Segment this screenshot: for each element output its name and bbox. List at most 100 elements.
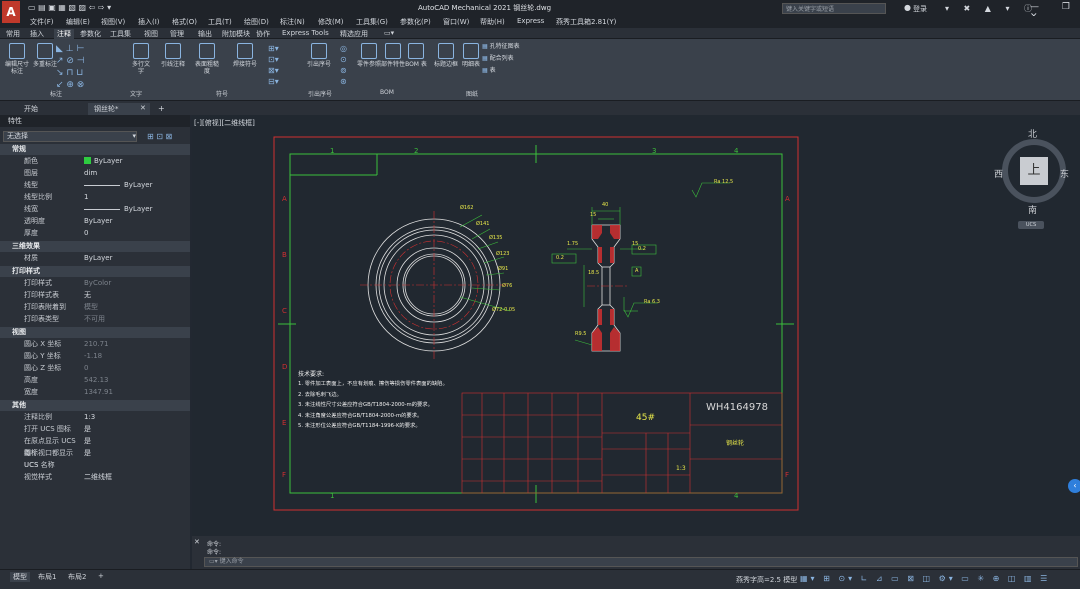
ribbon-tab-0[interactable]: 常用 (6, 29, 20, 39)
property-value[interactable]: 不可用 (84, 313, 105, 325)
menu-item-4[interactable]: 格式(O) (172, 17, 197, 27)
ribbon-button-6[interactable]: 引出序号 (306, 43, 332, 68)
ribbon-group-2[interactable]: 符号 (216, 89, 228, 98)
ucs-button[interactable]: UCS (1018, 221, 1044, 229)
property-row[interactable]: 视觉样式 二维线框 (0, 471, 190, 483)
status-toggle-icons[interactable]: ▦▾ ⊞ ⊙▾ ∟ ⊿ ▭ ⊠ ◫ ⚙▾ ▭ ✳ ⊕ ◫ ▥ ☰ (800, 574, 1050, 583)
ribbon-group-4[interactable]: BOM (380, 89, 394, 96)
property-section-header[interactable]: 打印样式 (0, 266, 190, 277)
property-section-header[interactable]: 视图 (0, 327, 190, 338)
property-row[interactable]: 每个视口都显示 UCS 是 (0, 447, 190, 469)
ribbon-button-7[interactable]: 零件参照 (356, 43, 382, 68)
autocad-logo[interactable]: A (2, 1, 20, 23)
ribbon-tab-3[interactable]: 参数化 (80, 29, 101, 39)
help-icons[interactable]: ▾ ✖ ▲ ▾ ⓘ (945, 3, 1038, 14)
ribbon-button-13[interactable]: ▦ 配合列表 (482, 53, 514, 62)
property-row[interactable]: 图层 dim (0, 167, 190, 179)
property-row[interactable]: 透明度 ByLayer (0, 215, 190, 227)
ribbon-tab-6[interactable]: 管理 (170, 29, 184, 39)
viewcube-top-face[interactable]: 上 (1020, 157, 1048, 185)
menu-item-7[interactable]: 标注(N) (280, 17, 305, 27)
property-value[interactable]: 1347.91 (84, 386, 113, 398)
menu-item-3[interactable]: 插入(I) (138, 17, 160, 27)
property-row[interactable]: 在原点显示 UCS 图标是 (0, 435, 190, 457)
ribbon-tab-5[interactable]: 视图 (144, 29, 158, 39)
doc-tab-0[interactable]: 开始 (18, 103, 44, 115)
menu-item-5[interactable]: 工具(T) (208, 17, 232, 27)
compass-north[interactable]: 北 (1028, 127, 1037, 140)
property-row[interactable]: 圆心 Y 坐标 -1.18 (0, 350, 190, 362)
ribbon-button-3[interactable]: 引线注释 (160, 43, 186, 68)
property-row[interactable]: 高度 542.13 (0, 374, 190, 386)
menu-item-14[interactable]: 燕秀工具箱2.81(Y) (556, 17, 616, 27)
ribbon-tab-11[interactable]: 精选应用 (340, 29, 368, 39)
property-row[interactable]: 圆心 Z 坐标 0 (0, 362, 190, 374)
property-section-header[interactable]: 其他 (0, 400, 190, 411)
add-layout-button[interactable]: + (98, 572, 104, 580)
menu-item-2[interactable]: 视图(V) (101, 17, 125, 27)
ribbon-group-3[interactable]: 引出序号 (308, 89, 332, 98)
ribbon-tab-10[interactable]: Express Tools (282, 29, 329, 37)
ribbon-tab-8[interactable]: 附加模块 (222, 29, 250, 39)
new-tab-button[interactable]: + (158, 104, 165, 113)
quick-select-icon[interactable]: ⊞ ⊡ ⊠ (147, 132, 172, 141)
leader-tools-icons[interactable]: ⊞▾ ⊡▾ ⊠▾ ⊟▾ (268, 43, 279, 87)
property-row[interactable]: 打开 UCS 图标 是 (0, 423, 190, 435)
property-value[interactable]: 是 (84, 447, 91, 459)
compass-east[interactable]: 东 (1060, 167, 1069, 180)
property-value[interactable]: ByLayer (94, 155, 122, 167)
ribbon-button-11[interactable]: 明细表 (458, 43, 484, 68)
menu-item-13[interactable]: Express (517, 17, 544, 25)
user-icon[interactable]: ● (904, 3, 911, 12)
property-value[interactable]: 是 (84, 423, 91, 435)
tab-layout1[interactable]: 布局1 (38, 572, 56, 582)
menu-item-9[interactable]: 工具集(G) (356, 17, 388, 27)
menu-item-1[interactable]: 编辑(E) (66, 17, 90, 27)
property-row[interactable]: 打印样式 ByColor (0, 277, 190, 289)
property-value[interactable]: 1 (84, 191, 88, 203)
property-row[interactable]: 线宽 ByLayer (0, 203, 190, 215)
property-row[interactable]: 注释比例 1:3 (0, 411, 190, 423)
ribbon-tab-7[interactable]: 输出 (198, 29, 212, 39)
property-value[interactable]: 模型 (84, 301, 98, 313)
menu-item-10[interactable]: 参数化(P) (400, 17, 431, 27)
command-input[interactable]: ▭▾ 键入命令 (204, 557, 1078, 567)
ribbon-button-5[interactable]: 焊接符号 (232, 43, 258, 68)
quick-access-toolbar[interactable]: ▭ ▤ ▣ ▦ ▧ ▨ ⇦ ⇨ ▾ (28, 3, 111, 12)
menu-item-11[interactable]: 窗口(W) (443, 17, 469, 27)
property-section-header[interactable]: 常规 (0, 144, 190, 155)
property-row[interactable]: 厚度 0 (0, 227, 190, 239)
property-value[interactable]: 无 (84, 289, 91, 301)
tab-layout2[interactable]: 布局2 (68, 572, 86, 582)
symbol-tools-icons[interactable]: ◎ ⊙ ⊚ ⊛ (340, 43, 347, 87)
menu-item-12[interactable]: 帮助(H) (480, 17, 505, 27)
ribbon-tab-1[interactable]: 插入 (30, 29, 44, 39)
ribbon-options-icon[interactable]: ▭▾ (384, 29, 394, 37)
ribbon-group-0[interactable]: 标注 (50, 89, 62, 98)
property-row[interactable]: 打印表类型 不可用 (0, 313, 190, 325)
property-value[interactable]: 210.71 (84, 338, 109, 350)
ribbon-button-12[interactable]: ▦ 孔特征图表 (482, 41, 520, 50)
login-link[interactable]: 登录 (913, 4, 927, 14)
property-value[interactable]: 542.13 (84, 374, 109, 386)
property-value[interactable]: 0 (84, 227, 88, 239)
property-section-header[interactable]: 三维效果 (0, 241, 190, 252)
ribbon-button-0[interactable]: 编辑尺寸标注 (4, 43, 30, 75)
menu-item-0[interactable]: 文件(F) (30, 17, 54, 27)
property-value[interactable]: 二维线框 (84, 471, 112, 483)
property-value[interactable]: -1.18 (84, 350, 102, 362)
ribbon-button-10[interactable]: 标题边框 (433, 43, 459, 68)
dim-tools-icons[interactable]: ◣ ⊥ ⊢ ↗ ⊘ ⊣ ↘ ⊓ ⊔ ↙ ⊕ ⊗ (56, 43, 85, 91)
property-value[interactable]: ByLayer (124, 179, 152, 191)
drawing-canvas[interactable]: [-][俯视][二维线框] 1 2 3 4 1 4 A B C D E F A … (192, 115, 1080, 536)
compass-west[interactable]: 西 (994, 167, 1003, 180)
selection-dropdown[interactable]: 无选择 ▾ (3, 131, 137, 142)
property-value[interactable]: ByLayer (124, 203, 152, 215)
property-row[interactable]: 颜色 ByLayer (0, 155, 190, 167)
property-value[interactable]: ByLayer (84, 215, 112, 227)
command-close-icon[interactable]: ✕ (194, 538, 200, 546)
viewcube[interactable]: 上 北 南 西 东 UCS (994, 127, 1069, 229)
ribbon-button-14[interactable]: ▦ 表 (482, 65, 496, 74)
property-row[interactable]: 圆心 X 坐标 210.71 (0, 338, 190, 350)
property-row[interactable]: 线型比例 1 (0, 191, 190, 203)
